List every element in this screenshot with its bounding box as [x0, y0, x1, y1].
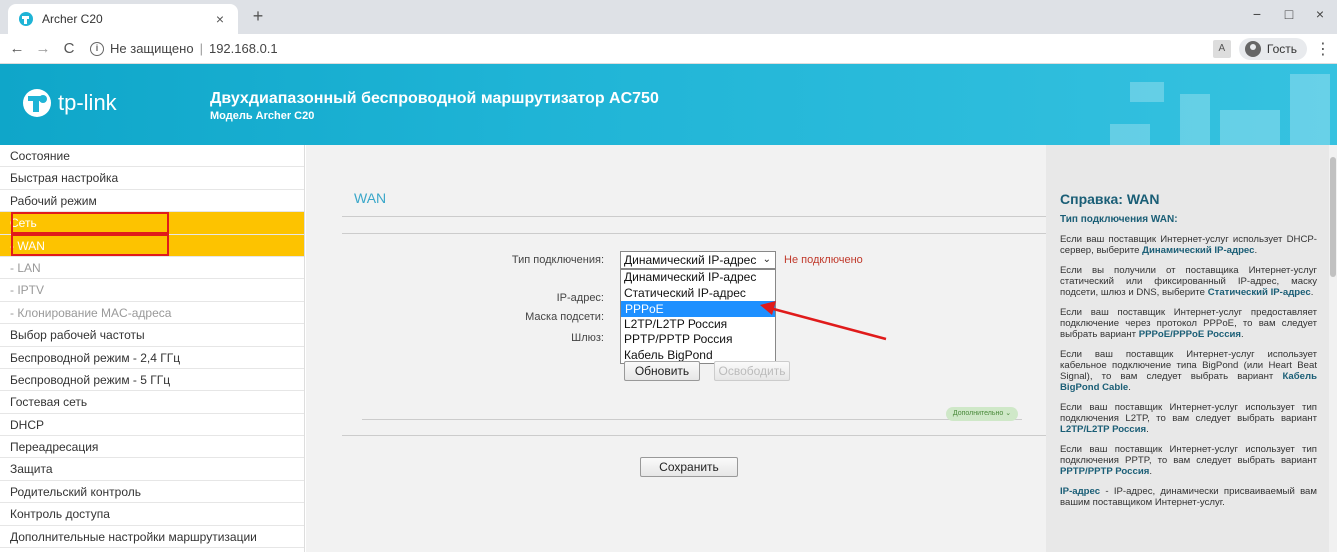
url-text: 192.168.0.1 — [208, 41, 278, 56]
red-highlight-wan — [11, 234, 169, 256]
back-button[interactable]: ← — [4, 40, 30, 57]
restore-button[interactable]: □ — [1274, 6, 1304, 22]
browser-menu-icon[interactable]: ⋮ — [1315, 39, 1331, 59]
divider — [342, 233, 1046, 234]
help-panel: Справка: WAN Тип подключения WAN: Если в… — [1046, 145, 1329, 552]
sidebar-item[interactable]: - Клонирование MAC-адреса — [0, 302, 304, 325]
new-tab-button[interactable]: + — [246, 6, 270, 27]
divider — [342, 216, 1046, 217]
subnet-mask-label: Маска подсети: — [525, 311, 604, 323]
sidebar-item[interactable]: DHCP — [0, 414, 304, 437]
gateway-label: Шлюз: — [571, 332, 604, 344]
renew-button[interactable]: Обновить — [624, 361, 700, 381]
selected-connection-type: Динамический IP-адрес — [624, 253, 757, 267]
help-subtitle: Тип подключения WAN: — [1060, 214, 1178, 225]
sidebar-menu: Состояние Быстрая настройка Рабочий режим С… — [0, 145, 305, 552]
header-title: Двухдиапазонный беспроводной маршрутизат… — [210, 90, 659, 107]
logo-text: tp-link — [58, 90, 117, 115]
ip-address-label: IP-адрес: — [556, 292, 604, 304]
tab-title: Archer C20 — [42, 12, 103, 26]
header-decoration — [1290, 74, 1330, 145]
red-arrow-annotation — [760, 301, 887, 341]
save-button[interactable]: Сохранить — [640, 457, 738, 477]
profile-label: Гость — [1266, 42, 1297, 56]
main-content: WAN Тип подключения: Динамический IP-адр… — [306, 145, 1046, 552]
forward-button[interactable]: → — [30, 40, 56, 57]
sidebar-item[interactable]: Гостевая сеть — [0, 391, 304, 414]
help-paragraph: Если вы получили от поставщика Интернет-… — [1060, 265, 1317, 298]
sidebar-item[interactable]: Беспроводной режим - 2,4 ГГц — [0, 347, 304, 369]
sidebar-item[interactable]: Защита — [0, 458, 304, 481]
sidebar-item[interactable]: Выбор рабочей частоты — [0, 324, 304, 347]
sidebar-item[interactable]: Переадресация — [0, 436, 304, 459]
tab-close-icon[interactable]: × — [212, 11, 228, 27]
red-highlight-network — [11, 212, 169, 234]
sidebar-item[interactable]: Контроль доступа — [0, 503, 304, 526]
browser-tab-bar: Archer C20 × + − □ × — [0, 0, 1337, 34]
header-decoration — [1110, 124, 1150, 145]
sidebar-item[interactable]: Состояние — [0, 145, 304, 168]
address-field[interactable]: i Не защищено | 192.168.0.1 — [90, 41, 278, 56]
help-scrollbar[interactable] — [1329, 145, 1337, 552]
sidebar-item[interactable]: Рабочий режим — [0, 190, 304, 213]
minimize-button[interactable]: − — [1242, 6, 1272, 22]
tp-link-favicon-icon — [19, 12, 33, 26]
release-button[interactable]: Освободить — [714, 361, 790, 381]
sidebar-item[interactable]: Беспроводной режим - 5 ГГц — [0, 369, 304, 392]
help-title: Справка: WAN — [1060, 191, 1160, 207]
address-separator: | — [199, 41, 203, 56]
connection-status: Не подключено — [784, 254, 863, 266]
advanced-link[interactable]: Дополнительно ⌄ — [946, 407, 1018, 421]
dropdown-option[interactable]: Динамический IP-адрес — [621, 270, 775, 286]
reload-button[interactable]: C — [56, 40, 82, 57]
security-label: Не защищено — [110, 41, 194, 56]
chevron-down-icon: ⌄ — [762, 254, 771, 265]
divider — [362, 419, 1022, 420]
sidebar-item[interactable]: Быстрая настройка — [0, 167, 304, 190]
header-decoration — [1130, 82, 1164, 102]
browser-tab[interactable]: Archer C20 × — [8, 4, 238, 34]
sidebar-item[interactable]: - LAN — [0, 257, 304, 280]
sidebar-item[interactable]: - IPTV — [0, 279, 304, 302]
tp-link-logo-icon — [23, 89, 51, 117]
divider — [342, 435, 1046, 436]
help-paragraph: Если ваш поставщик Интернет-услуг исполь… — [1060, 349, 1317, 393]
guest-avatar-icon — [1244, 41, 1261, 57]
window-close-button[interactable]: × — [1305, 6, 1335, 22]
help-paragraph: Если ваш поставщик Интернет-услуг предос… — [1060, 307, 1317, 340]
translate-icon[interactable]: A — [1212, 40, 1231, 58]
tp-link-logo: tp-link — [22, 88, 117, 118]
info-icon[interactable]: i — [90, 41, 104, 56]
scrollbar-thumb[interactable] — [1330, 157, 1336, 277]
header-decoration — [1220, 110, 1280, 145]
header-decoration — [1180, 94, 1210, 145]
header-model: Модель Archer C20 — [210, 110, 315, 122]
profile-button[interactable]: Гость — [1238, 38, 1307, 60]
page-title: WAN — [354, 190, 387, 206]
connection-type-label: Тип подключения: — [511, 254, 604, 266]
address-bar-row: ← → C i Не защищено | 192.168.0.1 A Гост… — [0, 34, 1337, 64]
help-paragraph: IP-адрес - IP-адрес, динамически присваи… — [1060, 486, 1317, 508]
sidebar-item[interactable]: Дополнительные настройки маршрутизации — [0, 526, 304, 549]
help-paragraph: Если ваш поставщик Интернет-услуг исполь… — [1060, 444, 1317, 477]
connection-type-select[interactable]: Динамический IP-адрес ⌄ — [620, 251, 776, 269]
sidebar-item[interactable]: Родительский контроль — [0, 481, 304, 504]
help-paragraph: Если ваш поставщик Интернет-услуг исполь… — [1060, 402, 1317, 435]
router-header: tp-link Двухдиапазонный беспроводной мар… — [0, 64, 1337, 145]
help-paragraph: Если ваш поставщик Интернет-услуг исполь… — [1060, 234, 1317, 256]
